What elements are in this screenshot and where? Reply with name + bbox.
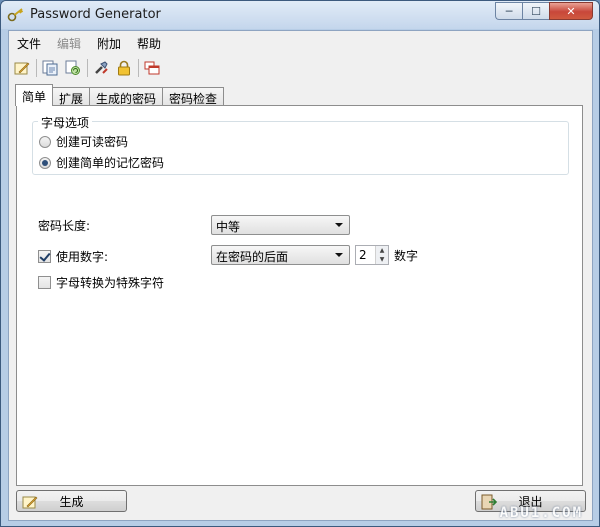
spin-down-icon[interactable]: ▼ [376,255,388,264]
select-value: 中等 [216,220,241,234]
numbers-position-select[interactable]: 在密码的后面 [211,245,350,265]
spinner-value: 2 [359,248,367,262]
radio-label: 创建可读密码 [56,135,129,149]
special-chars-checkbox[interactable]: 字母转换为特殊字符 [38,274,164,291]
tab-panel-simple: 字母选项 创建可读密码 创建简单的记忆密码 密码长度: 中等 使用数字: 在密码… [16,105,583,486]
window-title: Password Generator [30,7,161,22]
client-area: 文件 编辑 附加 帮助 简单 扩展 生成的密码 密码检查 字母选项 创建可读密码… [8,30,593,521]
windows-icon[interactable] [142,58,162,78]
generate-button[interactable]: 生成 [16,490,127,512]
tab-simple[interactable]: 简单 [15,84,54,106]
title-bar[interactable]: Password Generator ─ ☐ ✕ [1,1,599,29]
tools-icon[interactable] [91,58,111,78]
numbers-count-spinner[interactable]: 2 ▲ ▼ [355,245,389,265]
checkbox[interactable] [38,250,51,263]
letter-options-group: 字母选项 创建可读密码 创建简单的记忆密码 [32,114,569,175]
tab-password-check[interactable]: 密码检查 [162,87,225,106]
app-window: Password Generator ─ ☐ ✕ 文件 编辑 附加 帮助 简单 … [0,0,600,527]
tab-strip: 简单 扩展 生成的密码 密码检查 [15,84,225,106]
spin-up-icon[interactable]: ▲ [376,246,388,255]
copy-icon[interactable] [40,58,60,78]
checkbox-label: 使用数字: [56,250,109,264]
generate-icon [22,496,38,509]
menu-edit[interactable]: 编辑 [49,31,89,53]
tab-generated-passwords[interactable]: 生成的密码 [89,87,164,106]
lock-icon[interactable] [114,58,134,78]
menu-extras[interactable]: 附加 [89,31,129,53]
tab-extended[interactable]: 扩展 [52,87,91,106]
checkbox-label: 字母转换为特殊字符 [56,276,165,290]
radio-memorable-password[interactable]: 创建简单的记忆密码 [39,154,164,171]
radio-label: 创建简单的记忆密码 [56,156,165,170]
close-button[interactable]: ✕ [549,2,593,20]
password-length-label: 密码长度: [38,219,91,233]
generate-icon[interactable] [12,58,32,78]
minimize-button[interactable]: ─ [495,2,522,20]
chevron-down-icon [335,223,343,227]
select-value: 在密码的后面 [216,250,289,264]
radio-button[interactable] [39,156,51,169]
exit-icon [481,494,497,510]
radio-button[interactable] [39,135,51,148]
key-icon [7,8,24,22]
maximize-button[interactable]: ☐ [522,2,549,20]
password-length-select[interactable]: 中等 [211,215,350,235]
use-numbers-checkbox[interactable]: 使用数字: [38,248,108,265]
radio-readable-password[interactable]: 创建可读密码 [39,133,128,150]
chevron-down-icon [335,253,343,257]
numbers-suffix-label: 数字 [394,249,419,263]
refresh-icon[interactable] [63,58,83,78]
menu-bar: 文件 编辑 附加 帮助 [9,31,592,53]
toolbar [9,56,592,80]
watermark: ABU1.COM [499,505,583,521]
checkbox[interactable] [38,276,51,289]
menu-help[interactable]: 帮助 [129,31,169,53]
group-title: 字母选项 [38,114,93,131]
menu-file[interactable]: 文件 [9,31,49,53]
